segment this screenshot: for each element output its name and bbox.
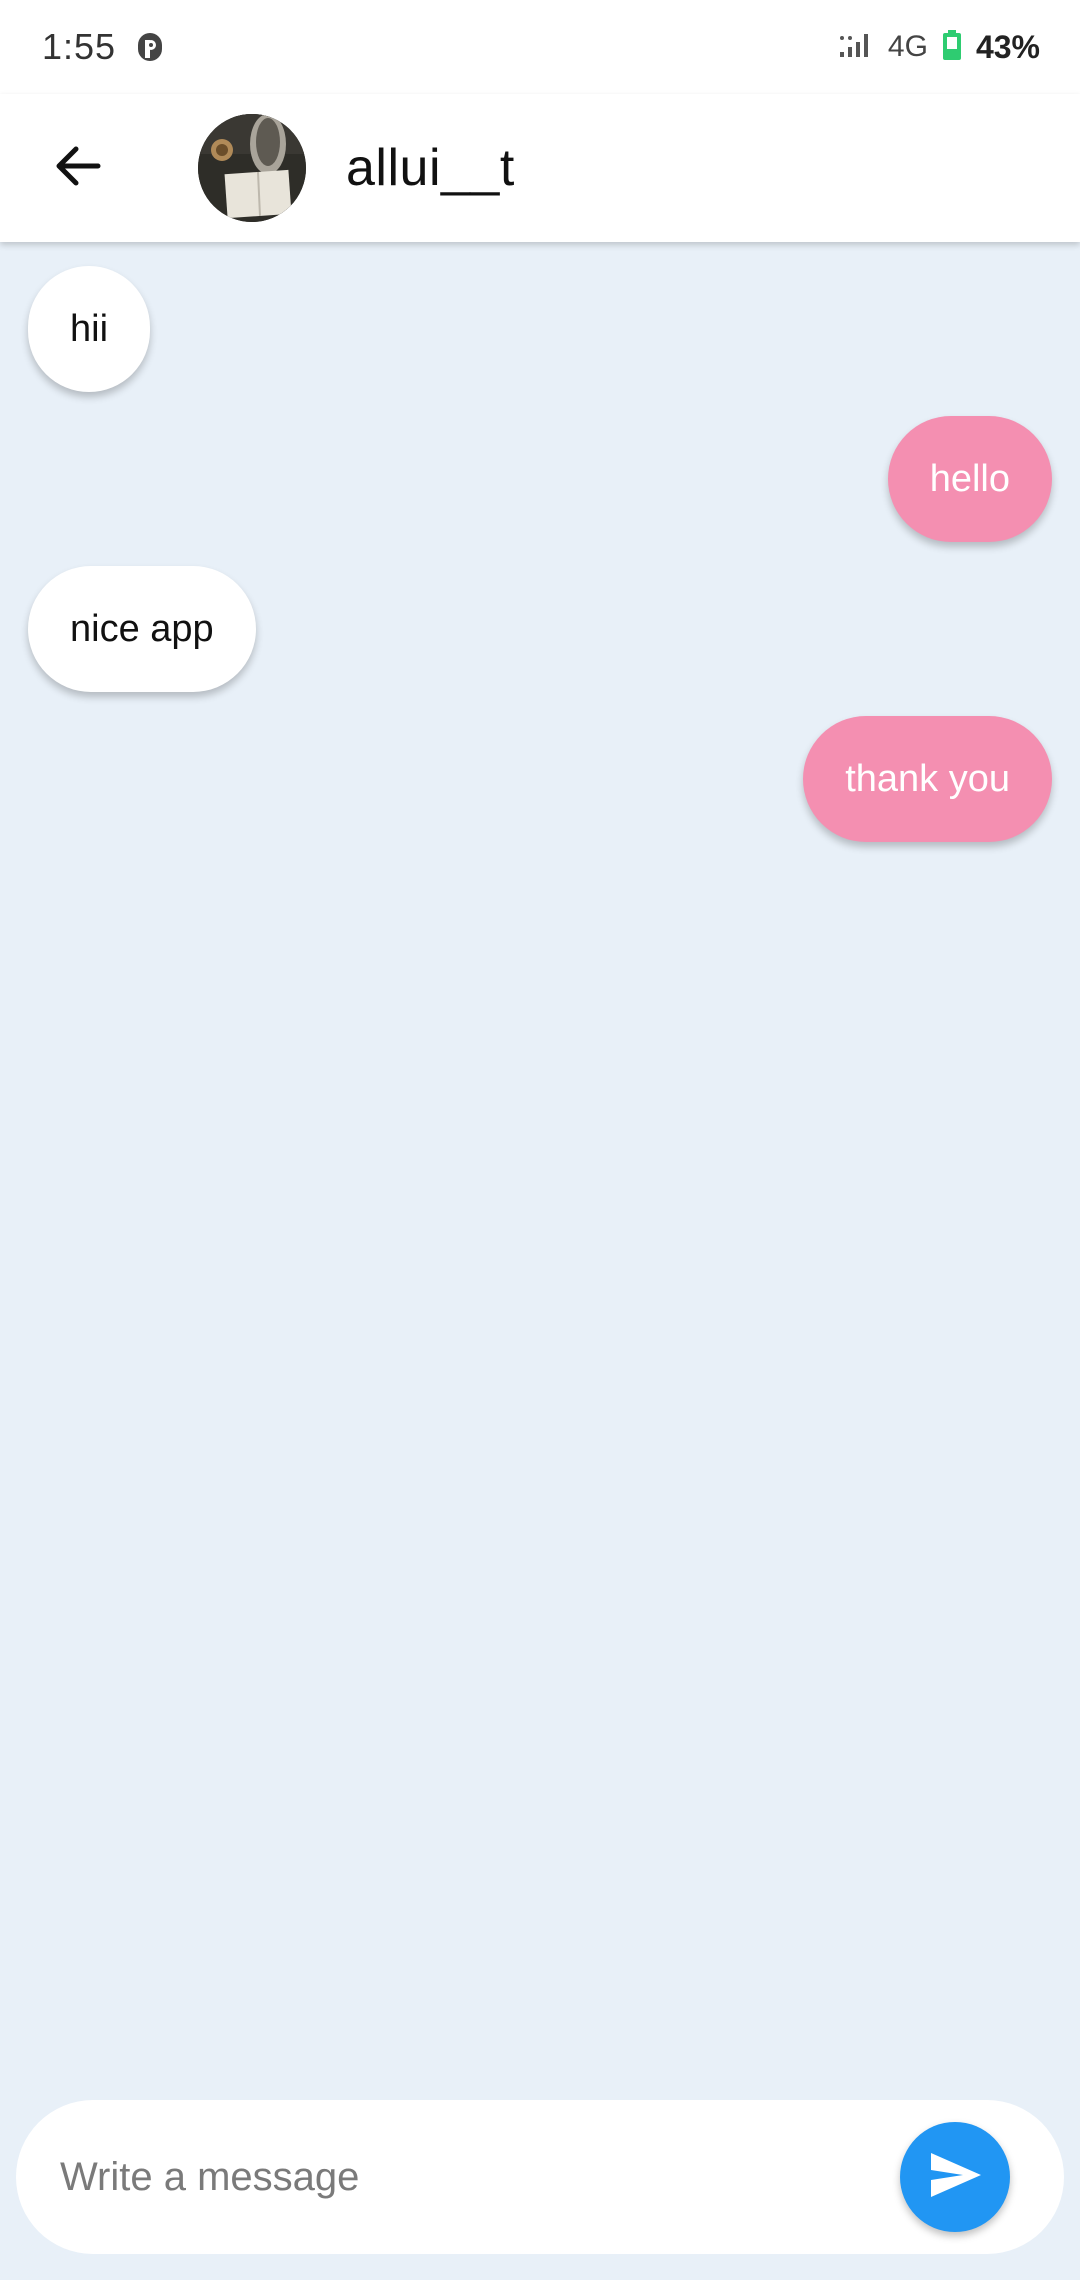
message-list[interactable]: hii hello nice app thank you [0,242,1080,2072]
status-time: 1:55 [42,26,117,67]
back-button[interactable] [30,120,126,216]
message-composer [16,2100,1064,2254]
message-row-outgoing: thank you [0,716,1080,842]
message-row-incoming: hii [0,266,1080,392]
message-bubble-incoming[interactable]: hii [28,266,151,392]
parking-icon [136,31,164,63]
message-bubble-outgoing[interactable]: thank you [803,716,1052,842]
signal-icon [838,30,874,65]
message-row-outgoing: hello [0,416,1080,542]
status-bar: 1:55 4G 43% [0,0,1080,94]
message-row-incoming: nice app [0,566,1080,692]
message-text: thank you [845,757,1010,800]
message-bubble-outgoing[interactable]: hello [887,416,1052,542]
send-button[interactable] [900,2122,1010,2232]
status-icons: 4G 43% [838,29,1040,66]
back-arrow-icon [52,140,104,197]
network-type: 4G [887,30,928,63]
message-bubble-incoming[interactable]: nice app [28,566,256,692]
contact-name[interactable]: allui__t [346,138,515,198]
message-text: hii [70,307,109,350]
chat-header: allui__t [0,94,1080,242]
message-text: hello [929,457,1010,500]
message-input[interactable] [60,2154,900,2200]
chat-screen: 1:55 4G 43% allui__t hii hello nice app … [0,0,1080,2280]
message-text: nice app [70,607,214,650]
contact-avatar[interactable] [198,114,306,222]
send-icon [925,2145,985,2210]
battery-percent: 43% [975,28,1040,65]
battery-icon [942,29,962,66]
